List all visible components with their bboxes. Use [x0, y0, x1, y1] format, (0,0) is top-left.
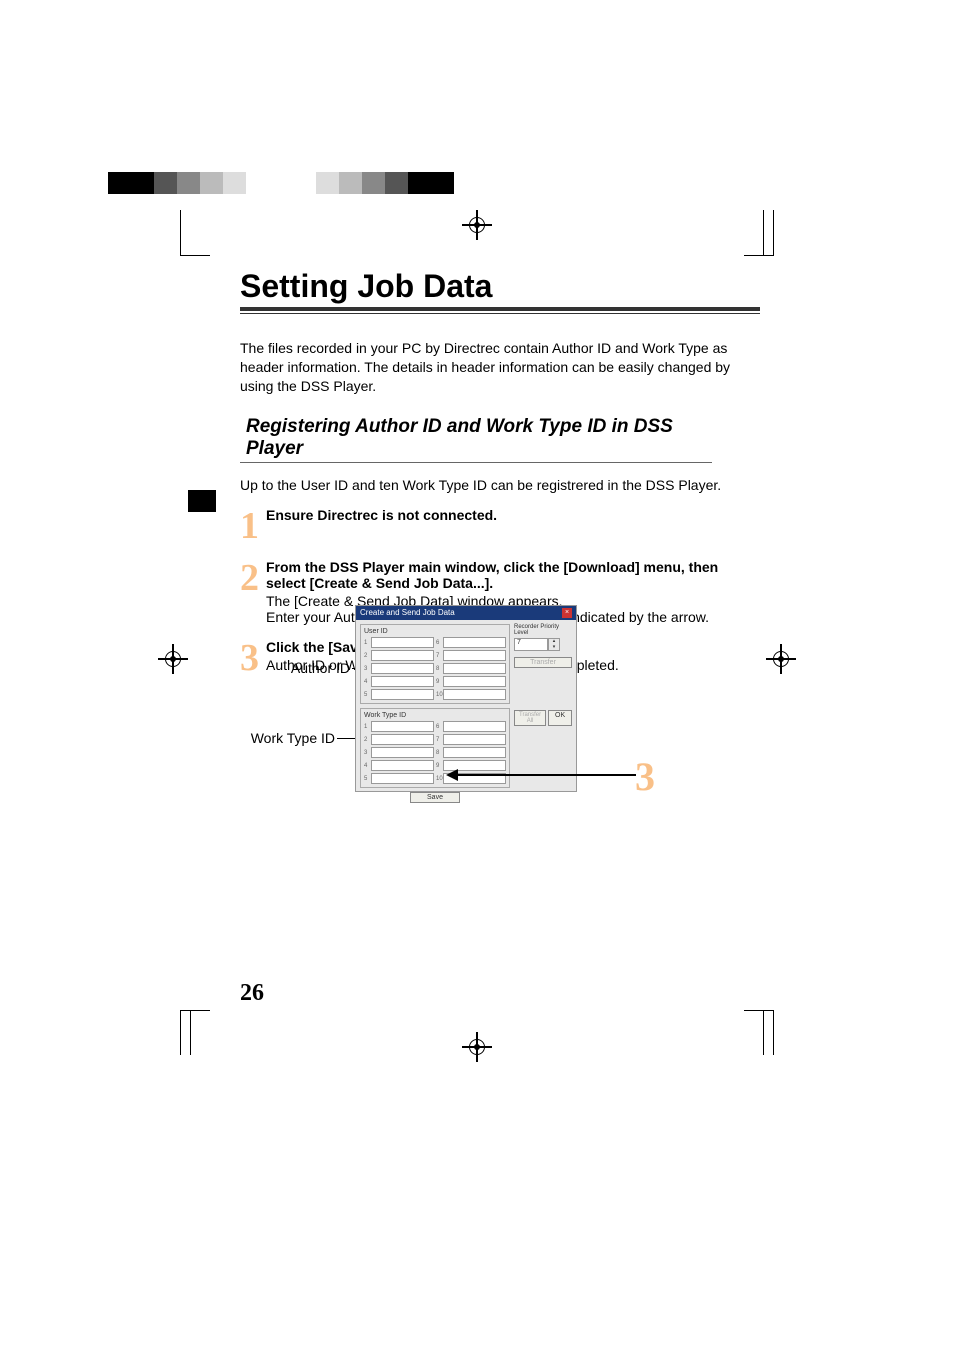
dialog-title: Create and Send Job Data [360, 608, 455, 618]
author-id-label: Author ID [250, 660, 350, 676]
registration-mark-icon [462, 1032, 492, 1062]
user-id-field[interactable] [371, 663, 434, 674]
work-type-field[interactable] [443, 734, 506, 745]
arrow-left-icon [446, 769, 458, 781]
page-number: 26 [240, 980, 264, 1007]
color-swatch-strip [108, 172, 269, 194]
work-type-field[interactable] [371, 747, 434, 758]
registration-mark-icon [158, 644, 188, 674]
work-type-field[interactable] [371, 773, 434, 784]
close-icon[interactable]: × [562, 608, 572, 618]
work-type-field[interactable] [371, 721, 434, 732]
user-id-field[interactable] [443, 650, 506, 661]
priority-spinbox[interactable]: 7 ▴▾ [514, 638, 572, 651]
dialog-screenshot: Create and Send Job Data × User ID 1 6 2… [355, 605, 577, 792]
group-label: Work Type ID [364, 712, 506, 719]
priority-value[interactable]: 7 [514, 638, 548, 651]
work-type-field[interactable] [443, 747, 506, 758]
user-id-field[interactable] [443, 663, 506, 674]
work-type-field[interactable] [371, 760, 434, 771]
section-tab [188, 490, 216, 512]
user-id-field[interactable] [371, 650, 434, 661]
callout-line [458, 774, 636, 776]
user-id-field[interactable] [443, 689, 506, 700]
dialog-titlebar: Create and Send Job Data × [356, 606, 576, 620]
work-type-field[interactable] [443, 721, 506, 732]
transfer-button[interactable]: Transfer [514, 657, 572, 668]
spinner-down-icon[interactable]: ▾ [549, 645, 559, 651]
save-button[interactable]: Save [410, 792, 460, 803]
priority-label: Recorder Priority Level [514, 624, 572, 636]
ok-button[interactable]: OK [548, 710, 572, 726]
step-number: 1 [240, 507, 262, 545]
group-label: User ID [364, 628, 506, 635]
step-title: Ensure Directrec is not connected. [266, 507, 750, 523]
user-id-field[interactable] [443, 676, 506, 687]
callout-number: 3 [635, 753, 655, 800]
transfer-all-button[interactable]: Transfer All [514, 710, 546, 726]
user-id-field[interactable] [443, 637, 506, 648]
work-type-id-label: Work Type ID [235, 730, 335, 746]
user-id-field[interactable] [371, 689, 434, 700]
registration-mark-icon [462, 210, 492, 240]
user-id-field[interactable] [371, 676, 434, 687]
work-type-group: Work Type ID 1 6 2 7 3 8 4 9 5 10 [360, 708, 510, 788]
step-title: From the DSS Player main window, click t… [266, 559, 750, 591]
intro-text: The files recorded in your PC by Directr… [240, 339, 750, 396]
page-title: Setting Job Data [240, 268, 750, 305]
title-rule [240, 307, 760, 311]
user-id-group: User ID 1 6 2 7 3 8 4 9 5 10 [360, 624, 510, 704]
step-1: 1 Ensure Directrec is not connected. [240, 507, 750, 545]
registration-mark-icon [766, 644, 796, 674]
color-swatch-strip [293, 172, 454, 194]
section-subtitle: Registering Author ID and Work Type ID i… [240, 414, 712, 463]
section-description: Up to the User ID and ten Work Type ID c… [240, 477, 750, 493]
user-id-field[interactable] [371, 637, 434, 648]
work-type-field[interactable] [371, 734, 434, 745]
